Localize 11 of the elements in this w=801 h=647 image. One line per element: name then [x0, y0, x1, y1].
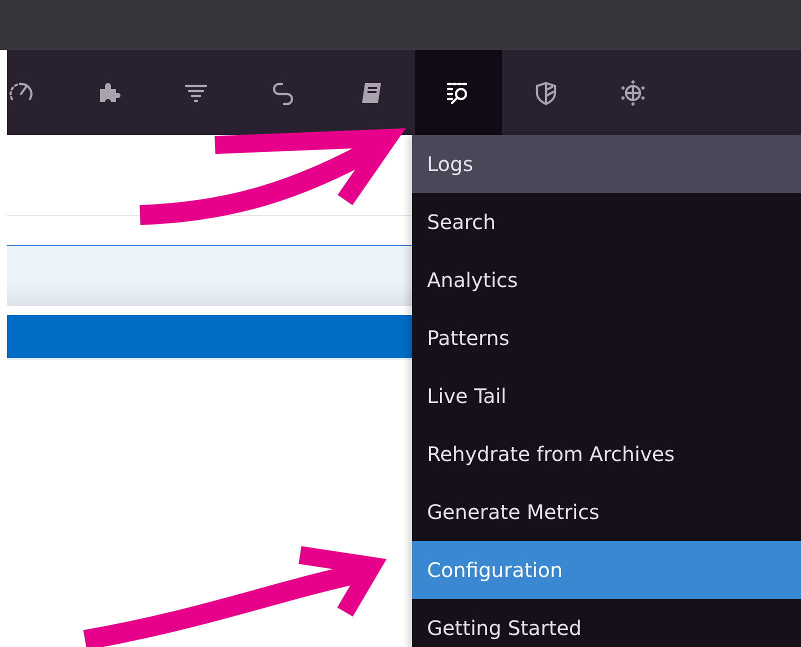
- menu-item[interactable]: Analytics: [412, 251, 801, 309]
- menu-item[interactable]: Configuration: [412, 541, 801, 599]
- menu-item[interactable]: Rehydrate from Archives: [412, 425, 801, 483]
- menu-item[interactable]: Search: [412, 193, 801, 251]
- menu-item[interactable]: Live Tail: [412, 367, 801, 425]
- menu-item[interactable]: Patterns: [412, 309, 801, 367]
- globe-icon: [619, 78, 648, 106]
- nav-tab[interactable]: [414, 50, 502, 135]
- menu-item[interactable]: Getting Started: [412, 599, 801, 647]
- menu-header[interactable]: Logs: [412, 135, 801, 193]
- menu-item[interactable]: Generate Metrics: [412, 483, 801, 541]
